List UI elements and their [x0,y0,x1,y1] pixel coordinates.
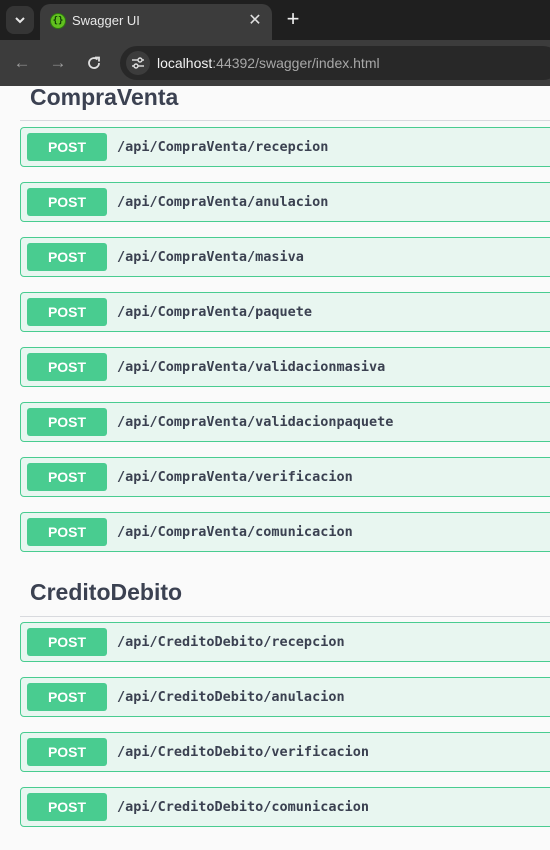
tab-search-button[interactable] [6,6,34,34]
operation-row[interactable]: POST/api/CompraVenta/validacionpaquete [20,402,550,442]
url-host: localhost [157,55,213,71]
method-badge: POST [27,298,107,326]
operation-row[interactable]: POST/api/CompraVenta/paquete [20,292,550,332]
operation-path: /api/CompraVenta/validacionmasiva [117,359,386,375]
section-divider [20,616,550,617]
operation-path: /api/CompraVenta/masiva [117,249,304,265]
operation-path: /api/CreditoDebito/recepcion [117,634,345,650]
close-tab-icon[interactable]: ✕ [246,12,264,30]
operation-path: /api/CompraVenta/validacionpaquete [117,414,394,430]
section-divider [20,120,550,121]
method-badge: POST [27,463,107,491]
reload-icon[interactable] [83,52,105,74]
chevron-down-icon [15,17,25,24]
operation-row[interactable]: POST/api/CompraVenta/masiva [20,237,550,277]
url-path: :44392/swagger/index.html [212,55,380,71]
operation-row[interactable]: POST/api/CompraVenta/recepcion [20,127,550,167]
method-badge: POST [27,518,107,546]
operation-path: /api/CreditoDebito/anulacion [117,689,345,705]
swagger-page: CompraVenta POST/api/CompraVenta/recepci… [0,86,550,850]
method-badge: POST [27,628,107,656]
method-badge: POST [27,188,107,216]
operation-row[interactable]: POST/api/CreditoDebito/verificacion [20,732,550,772]
browser-nav-bar: ← → localhost:44392/swagger/index.html [0,40,550,86]
section-title-creditodebito[interactable]: CreditoDebito [30,579,182,605]
operation-row[interactable]: POST/api/CreditoDebito/comunicacion [20,787,550,827]
forward-arrow-icon[interactable]: → [47,52,69,74]
url-text: localhost:44392/swagger/index.html [157,55,380,71]
method-badge: POST [27,793,107,821]
reload-arrow-icon [88,56,100,69]
tune-sliders-icon [132,57,144,69]
tab-title: Swagger UI [72,13,140,28]
method-badge: POST [27,243,107,271]
method-badge: POST [27,683,107,711]
operation-row[interactable]: POST/api/CompraVenta/verificacion [20,457,550,497]
method-badge: POST [27,133,107,161]
method-badge: POST [27,738,107,766]
browser-tab-active[interactable]: {} Swagger UI ✕ [40,4,272,40]
operation-path: /api/CreditoDebito/verificacion [117,744,369,760]
new-tab-plus-icon[interactable]: + [282,8,304,30]
method-badge: POST [27,353,107,381]
operation-row[interactable]: POST/api/CompraVenta/anulacion [20,182,550,222]
operation-path: /api/CompraVenta/verificacion [117,469,353,485]
swagger-favicon-icon: {} [50,13,66,29]
method-badge: POST [27,408,107,436]
operation-row[interactable]: POST/api/CreditoDebito/recepcion [20,622,550,662]
operation-row[interactable]: POST/api/CreditoDebito/anulacion [20,677,550,717]
operation-path: /api/CreditoDebito/comunicacion [117,799,369,815]
browser-tab-bar: {} Swagger UI ✕ + [0,0,550,40]
site-settings-icon[interactable] [126,51,150,75]
operation-row[interactable]: POST/api/CompraVenta/validacionmasiva [20,347,550,387]
back-arrow-icon[interactable]: ← [11,52,33,74]
operation-path: /api/CompraVenta/paquete [117,304,313,320]
operation-row[interactable]: POST/api/CompraVenta/comunicacion [20,512,550,552]
operation-path: /api/CompraVenta/recepcion [117,139,329,155]
operation-path: /api/CompraVenta/comunicacion [117,524,353,540]
operation-path: /api/CompraVenta/anulacion [117,194,329,210]
address-bar[interactable]: localhost:44392/swagger/index.html [120,46,550,80]
section-title-compraventa[interactable]: CompraVenta [30,86,178,110]
